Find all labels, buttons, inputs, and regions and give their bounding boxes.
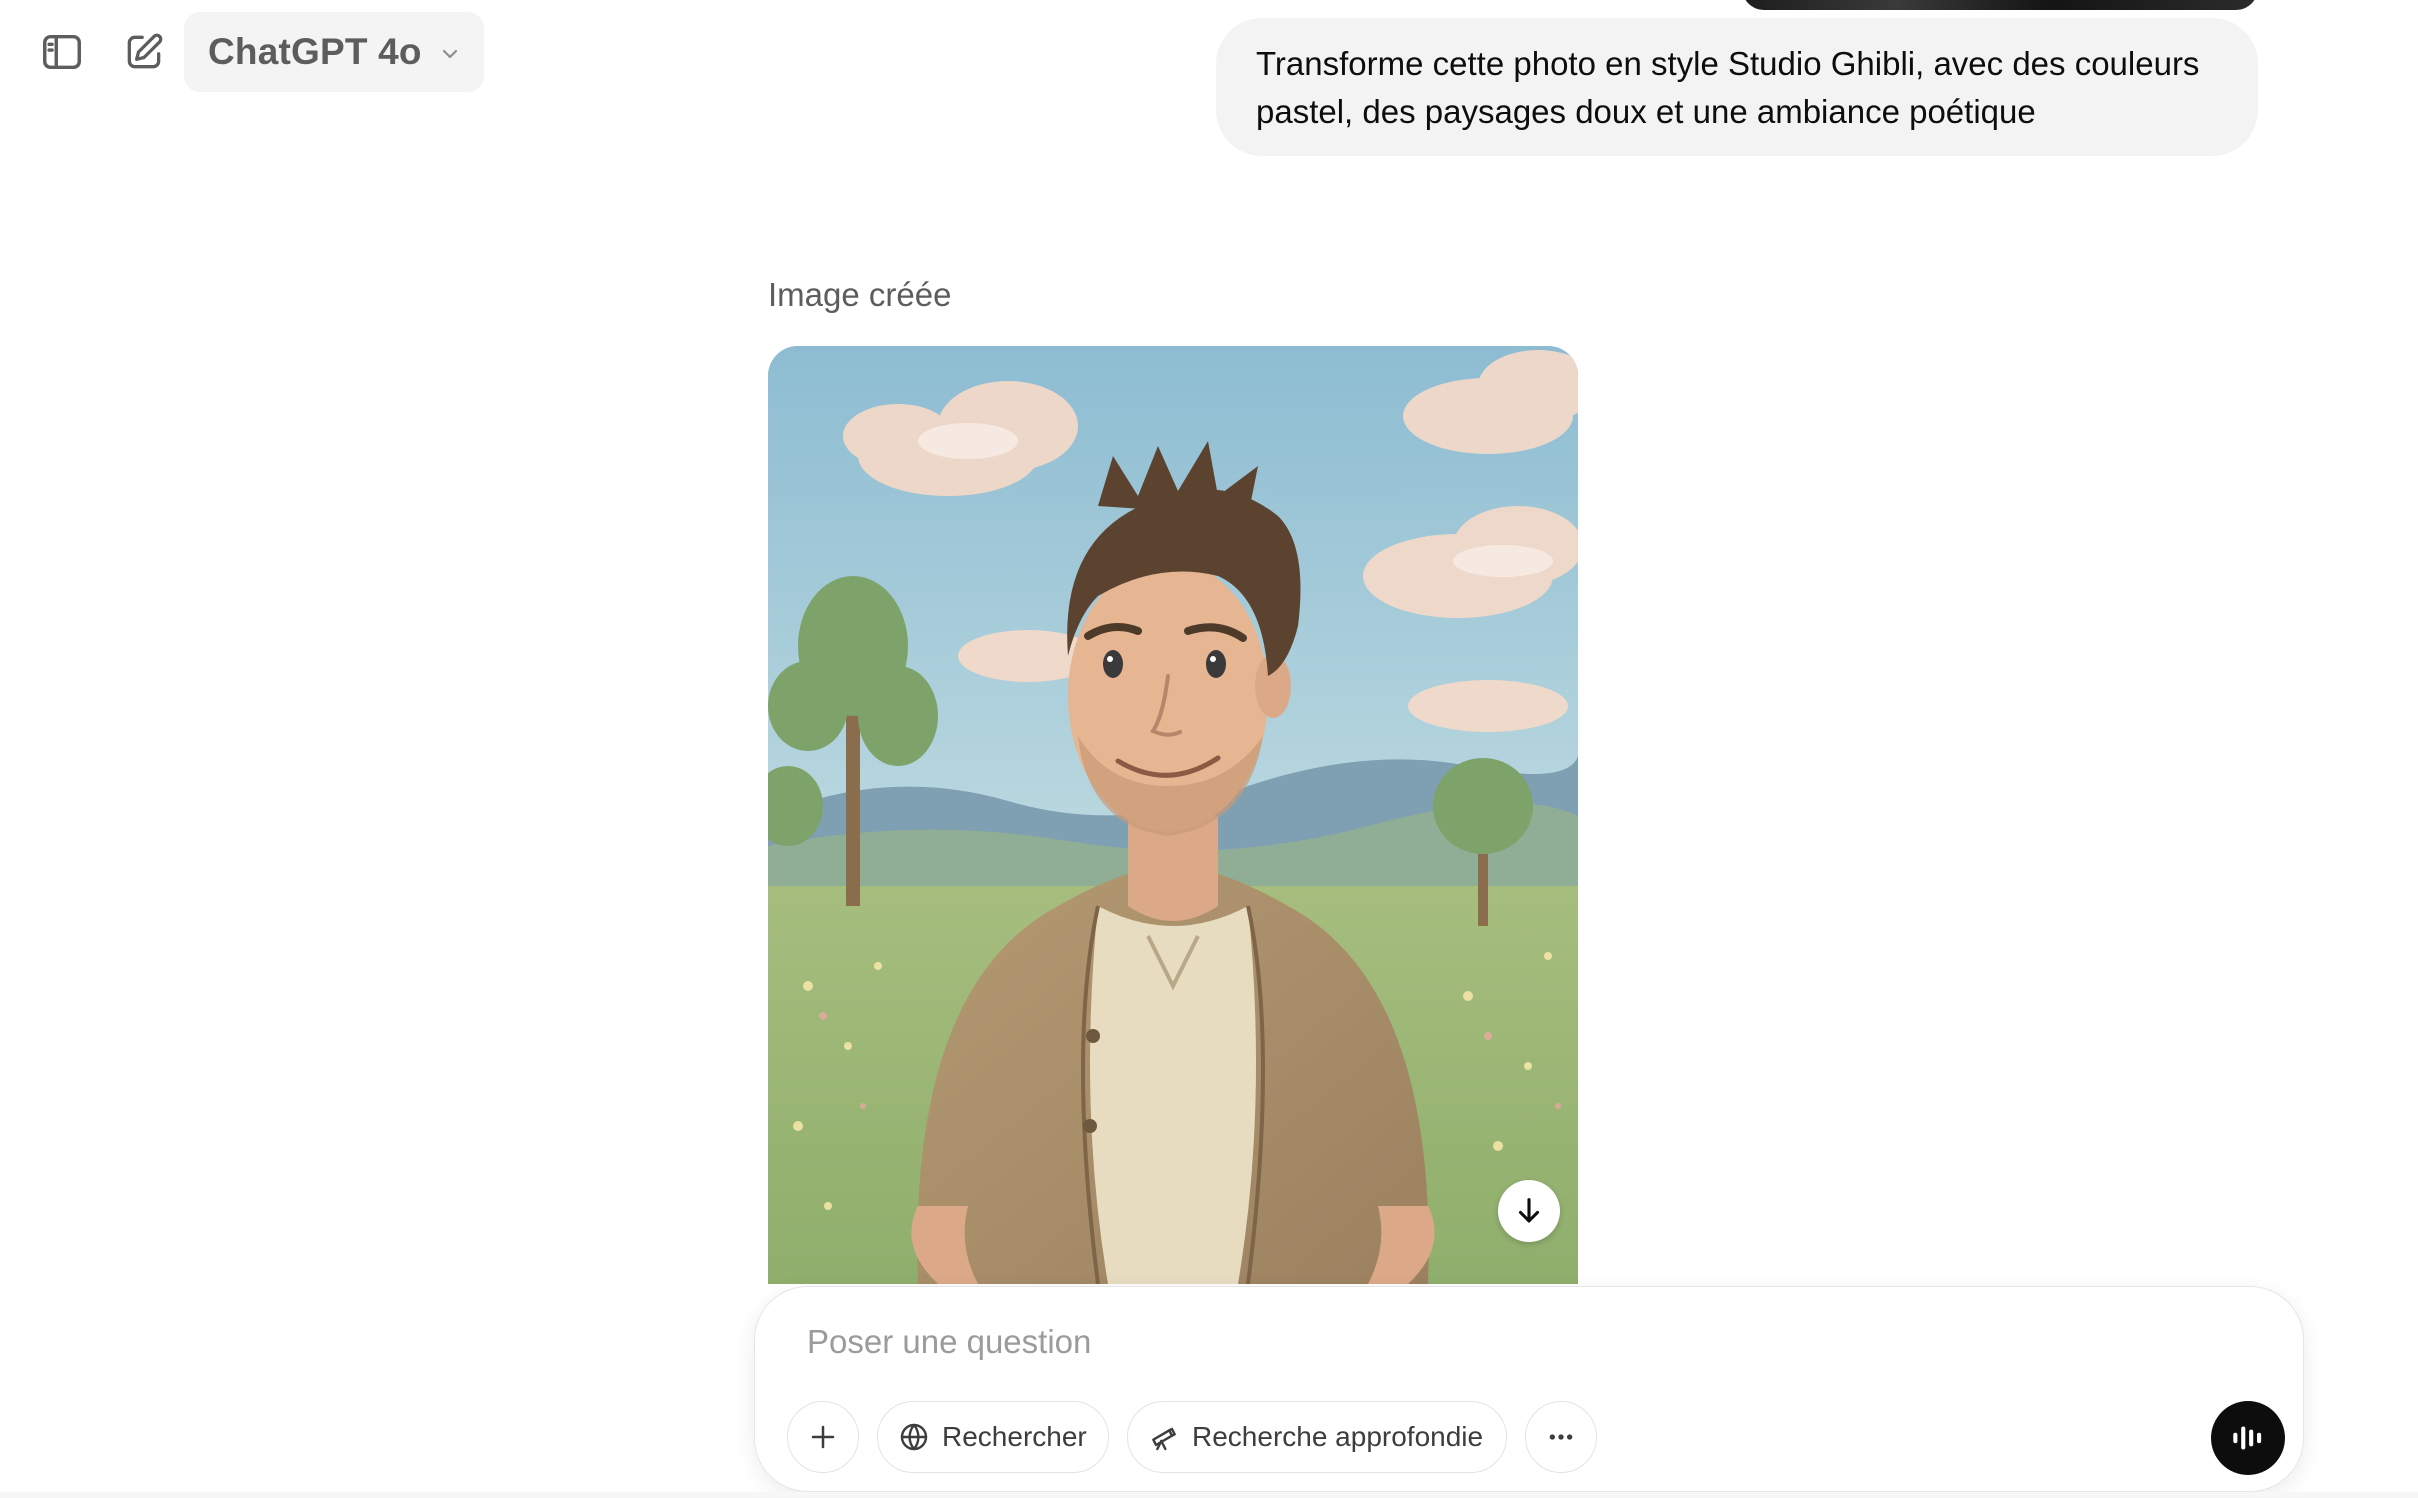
bottom-edge xyxy=(0,1492,2418,1498)
download-image-button[interactable] xyxy=(1498,1180,1560,1242)
search-button[interactable]: Rechercher xyxy=(877,1401,1109,1473)
attach-button[interactable] xyxy=(787,1401,859,1473)
generated-image[interactable] xyxy=(768,346,1578,1284)
message-input[interactable] xyxy=(807,1317,2107,1367)
search-button-label: Rechercher xyxy=(942,1421,1087,1452)
plus-icon xyxy=(811,1425,835,1449)
voice-mode-button[interactable] xyxy=(2211,1401,2285,1475)
telescope-icon xyxy=(1152,1427,1176,1451)
model-name: ChatGPT 4o xyxy=(208,31,422,72)
arrow-down-icon xyxy=(1518,1198,1540,1223)
voice-waveform-icon xyxy=(2233,1426,2262,1450)
user-attached-photo[interactable] xyxy=(1742,0,2258,10)
message-composer: Rechercher Recherche approfondie xyxy=(754,1286,2304,1492)
more-tools-button[interactable] xyxy=(1525,1401,1597,1473)
deep-research-button[interactable]: Recherche approfondie xyxy=(1127,1401,1507,1473)
sidebar-toggle-button[interactable] xyxy=(30,20,94,84)
chevron-down-icon xyxy=(442,49,457,59)
user-message-bubble: Transforme cette photo en style Studio G… xyxy=(1216,18,2258,156)
sidebar-toggle-icon xyxy=(43,34,81,70)
ghibli-portrait-illustration xyxy=(768,346,1578,1284)
globe-icon xyxy=(900,1423,928,1451)
chat-window: ChatGPT 4o Transforme cette photo en sty… xyxy=(0,0,2418,1498)
image-created-label: Image créée xyxy=(768,276,952,313)
new-chat-button[interactable] xyxy=(112,20,176,84)
deep-research-label: Recherche approfondie xyxy=(1192,1421,1484,1452)
model-selector[interactable]: ChatGPT 4o xyxy=(184,12,484,92)
ellipsis-icon xyxy=(1549,1434,1573,1440)
edit-icon xyxy=(127,33,163,69)
